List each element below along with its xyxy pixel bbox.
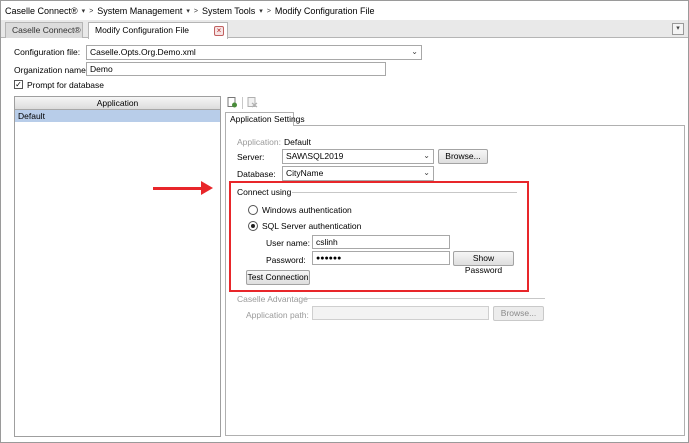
prompt-for-database-checkbox[interactable]: ✓ <box>14 80 23 89</box>
breadcrumb-separator-icon: > <box>89 7 94 15</box>
database-value: CityName <box>286 168 324 178</box>
application-label: Application: <box>237 137 281 147</box>
username-label: User name: <box>266 238 310 248</box>
group-divider <box>303 298 545 299</box>
breadcrumb-item[interactable]: System Tools <box>202 6 255 16</box>
tab-application-settings[interactable]: Application Settings <box>225 112 305 126</box>
application-list: Application Default <box>14 96 221 437</box>
server-label: Server: <box>237 152 265 162</box>
tab-caselle-connect[interactable]: Caselle Connect® <box>5 22 83 38</box>
database-label: Database: <box>237 169 276 179</box>
breadcrumb-separator-icon: > <box>266 7 271 15</box>
chevron-down-icon[interactable]: ▾ <box>82 7 86 15</box>
password-input[interactable]: ●●●●●● <box>312 251 450 265</box>
org-name-input[interactable] <box>86 62 386 76</box>
chevron-down-icon[interactable]: ▾ <box>186 7 190 15</box>
breadcrumb-item[interactable]: System Management <box>97 6 182 16</box>
windows-auth-label: Windows authentication <box>262 205 352 215</box>
chevron-down-icon: ⌄ <box>411 47 418 56</box>
server-browse-button[interactable]: Browse... <box>438 149 488 164</box>
breadcrumb-separator-icon: > <box>193 7 198 15</box>
config-file-select[interactable]: Caselle.Opts.Org.Demo.xml ⌄ <box>86 45 422 60</box>
delete-document-icon[interactable] <box>247 97 258 108</box>
chevron-down-icon[interactable]: ▾ <box>259 7 263 15</box>
application-value: Default <box>284 137 311 147</box>
chevron-down-icon: ⌄ <box>423 151 430 160</box>
sql-auth-radio[interactable] <box>248 221 258 231</box>
breadcrumb: Caselle Connect® ▾ > System Management ▾… <box>5 4 378 18</box>
org-name-label: Organization name: <box>14 65 89 75</box>
windows-auth-radio[interactable] <box>248 205 258 215</box>
connect-using-label: Connect using <box>237 187 292 197</box>
list-item[interactable]: Default <box>15 110 220 122</box>
config-file-label: Configuration file: <box>14 47 81 57</box>
tab-menu-dropdown-icon[interactable]: ▾ <box>672 23 684 35</box>
sql-auth-label: SQL Server authentication <box>262 221 362 231</box>
password-label: Password: <box>266 255 306 265</box>
caselle-advantage-label: Caselle Advantage <box>237 294 308 304</box>
server-value: SAW\SQL2019 <box>286 151 344 161</box>
app-path-label: Application path: <box>246 310 309 320</box>
test-connection-button[interactable]: Test Connection <box>246 270 310 285</box>
breadcrumb-item-current: Modify Configuration File <box>274 6 375 16</box>
prompt-for-database-label: Prompt for database <box>27 80 105 90</box>
username-input[interactable] <box>312 235 450 249</box>
close-icon[interactable]: × <box>214 26 224 36</box>
breadcrumb-item[interactable]: Caselle Connect® <box>5 6 78 16</box>
tab-strip: Caselle Connect® Modify Configuration Fi… <box>1 20 688 39</box>
tab-modify-configuration-file[interactable]: Modify Configuration File × <box>88 22 228 39</box>
arrow-head-icon <box>201 181 213 195</box>
group-divider <box>292 192 517 193</box>
toolbar-divider <box>242 97 243 109</box>
app-path-browse-button[interactable]: Browse... <box>493 306 544 321</box>
database-select[interactable]: CityName ⌄ <box>282 166 434 181</box>
arrow-shaft <box>153 187 203 190</box>
application-column-header[interactable]: Application <box>15 97 220 110</box>
chevron-down-icon: ⌄ <box>423 168 430 177</box>
show-password-button[interactable]: Show Password <box>453 251 514 275</box>
tab-label: Modify Configuration File <box>95 25 190 35</box>
config-file-value: Caselle.Opts.Org.Demo.xml <box>90 47 196 57</box>
new-document-icon[interactable] <box>227 97 238 108</box>
app-path-input[interactable] <box>312 306 489 320</box>
server-select[interactable]: SAW\SQL2019 ⌄ <box>282 149 434 164</box>
